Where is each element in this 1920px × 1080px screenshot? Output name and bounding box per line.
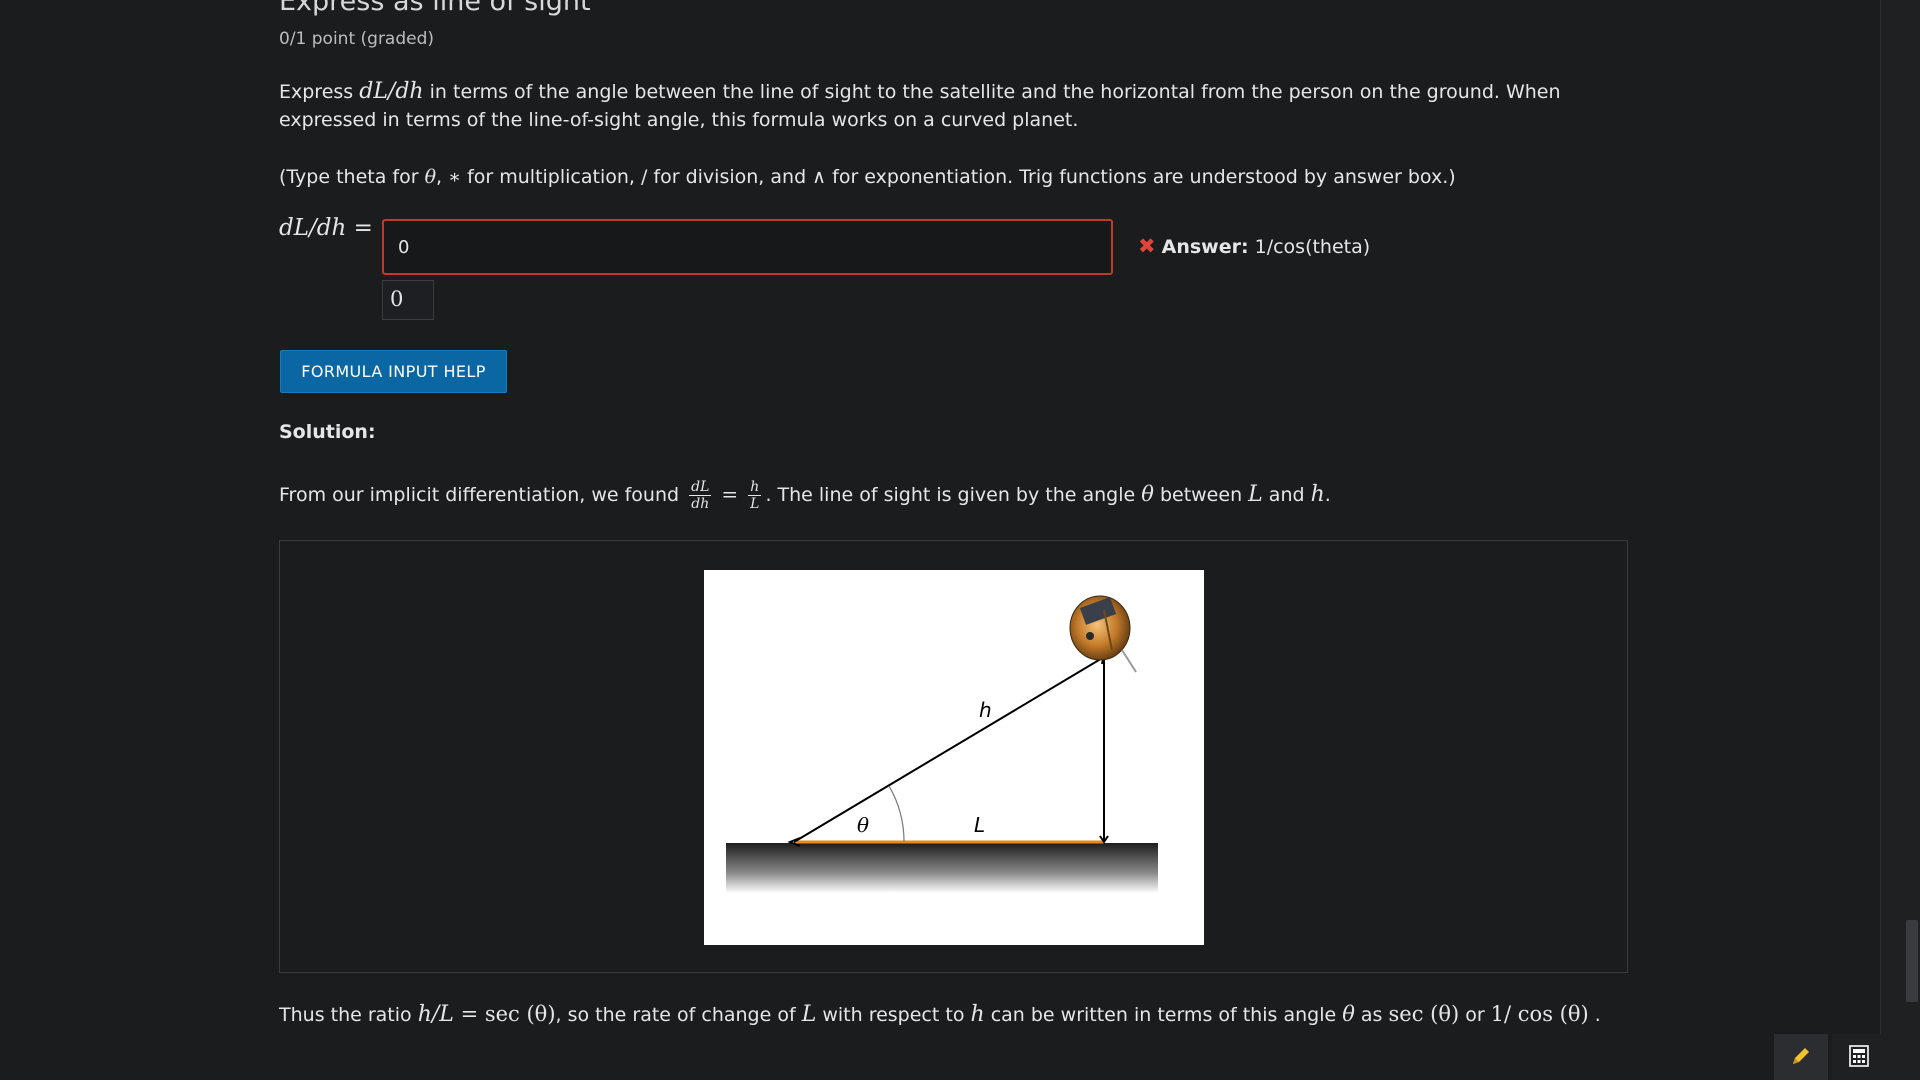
frac2-num: h bbox=[748, 479, 762, 496]
ground bbox=[726, 843, 1158, 893]
instr-part-4: for exponentiation. Trig functions are u… bbox=[826, 166, 1456, 188]
sol2-ratio: h/L bbox=[417, 1002, 454, 1027]
problem-prompt: Express dL/dh in terms of the angle betw… bbox=[279, 78, 1639, 134]
satellite-diagram: θ L h bbox=[704, 570, 1204, 945]
line-of-sight bbox=[793, 656, 1105, 843]
instr-part-1: (Type theta for bbox=[279, 166, 425, 188]
sol1-equals: = bbox=[721, 482, 739, 506]
answer-input[interactable] bbox=[382, 219, 1113, 275]
calculator-button[interactable] bbox=[1832, 1034, 1886, 1080]
instr-star: ∗ bbox=[448, 166, 462, 188]
sol2-eq: = sec (θ) bbox=[453, 1002, 556, 1026]
sol1-h: h bbox=[1310, 482, 1325, 507]
prompt-text-post: in terms of the angle between the line o… bbox=[279, 81, 1561, 131]
sol1-pre: From our implicit differentiation, we fo… bbox=[279, 484, 686, 506]
instr-theta: θ bbox=[424, 166, 437, 188]
sol1-mid: . The line of sight is given by the angl… bbox=[765, 484, 1142, 506]
sol2-mid2: with respect to bbox=[816, 1004, 971, 1026]
sol2-mid4: as bbox=[1354, 1004, 1389, 1026]
sol1-between: between bbox=[1153, 484, 1249, 506]
sol2-end: . bbox=[1588, 1004, 1601, 1026]
sol2-recip: 1/ cos (θ) bbox=[1490, 1002, 1589, 1026]
instr-wedge: ∧ bbox=[812, 166, 827, 188]
problem-instructions: (Type theta for θ, ∗ for multiplication,… bbox=[279, 163, 1639, 191]
sol1-L: L bbox=[1248, 482, 1263, 507]
fraction-h-l: hL bbox=[748, 479, 762, 512]
prompt-math: dL/dh bbox=[359, 79, 424, 104]
sol2-mid3: can be written in terms of this angle bbox=[984, 1004, 1343, 1026]
status-value: 1/cos(theta) bbox=[1254, 236, 1371, 258]
fraction-dl-dh: dL dh bbox=[689, 479, 712, 512]
solution-line-1: From our implicit differentiation, we fo… bbox=[279, 479, 1639, 512]
label-h: h bbox=[979, 698, 992, 722]
sol2-sec: sec (θ) bbox=[1388, 1002, 1460, 1026]
status-label: Answer: bbox=[1161, 236, 1249, 258]
answer-status: ✖ Answer: 1/cos(theta) bbox=[1138, 234, 1370, 258]
instr-part-3: for multiplication, / for division, and bbox=[461, 166, 813, 188]
frac1-num: dL bbox=[689, 479, 712, 496]
sol2-h: h bbox=[970, 1002, 985, 1027]
calculator-icon bbox=[1849, 1044, 1869, 1067]
answer-preview: 0 bbox=[382, 280, 434, 320]
label-L: L bbox=[974, 813, 985, 837]
pencil-icon bbox=[1793, 1047, 1809, 1064]
sol1-theta: θ bbox=[1141, 482, 1154, 506]
sol2-theta: θ bbox=[1342, 1002, 1355, 1026]
prompt-text-pre: Express bbox=[279, 81, 360, 103]
problem-points: 0/1 point (graded) bbox=[279, 29, 435, 49]
label-theta: θ bbox=[857, 813, 869, 837]
sol2-mid1: , so the rate of change of bbox=[555, 1004, 802, 1026]
satellite-diagram-svg: θ L h bbox=[726, 595, 1158, 893]
frac1-den: dh bbox=[691, 496, 710, 512]
edit-button[interactable] bbox=[1774, 1034, 1828, 1080]
solution-line-2: Thus the ratio h/L = sec (θ), so the rat… bbox=[279, 1000, 1679, 1029]
right-rail bbox=[1880, 0, 1920, 1080]
left-gutter bbox=[0, 0, 27, 1080]
sol2-pre: Thus the ratio bbox=[279, 1004, 418, 1026]
answer-lhs: dL/dh = bbox=[279, 215, 373, 241]
problem-heading: Express as line of sight bbox=[279, 0, 591, 17]
sol2-or: or bbox=[1459, 1004, 1491, 1026]
frac2-den: L bbox=[750, 496, 760, 512]
incorrect-icon: ✖ bbox=[1138, 234, 1156, 258]
sol2-L: L bbox=[801, 1002, 817, 1027]
solution-label: Solution: bbox=[279, 421, 376, 443]
angle-arc bbox=[888, 785, 905, 843]
sol1-and: and bbox=[1262, 484, 1311, 506]
formula-input-help-button[interactable]: FORMULA INPUT HELP bbox=[280, 350, 507, 393]
sol1-period: . bbox=[1324, 484, 1331, 506]
instr-part-2: , bbox=[436, 166, 449, 188]
scrollbar-thumb[interactable] bbox=[1906, 920, 1918, 1002]
